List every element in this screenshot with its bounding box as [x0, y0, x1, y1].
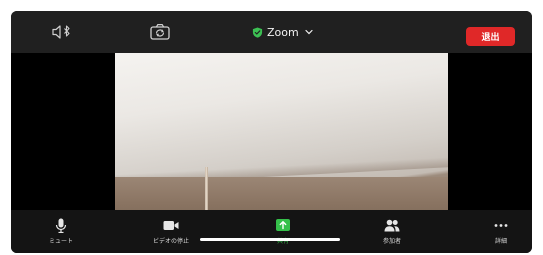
bottom-toolbar: ミュート ビデオの停止 共有 参加者 詳細 [11, 210, 532, 253]
stop-video-button[interactable]: ビデオの停止 [131, 218, 211, 248]
video-camera-icon [163, 221, 179, 230]
more-dots-icon [494, 224, 508, 227]
more-label: 詳細 [494, 238, 507, 245]
participants-button[interactable]: 参加者 [352, 218, 432, 248]
share-arrow-icon [276, 219, 290, 231]
chevron-down-icon [305, 29, 313, 35]
camera-switch-icon[interactable] [150, 23, 170, 41]
speaker-bluetooth-icon[interactable] [51, 24, 73, 40]
home-indicator[interactable] [200, 238, 340, 241]
meeting-title: Zoom [267, 25, 299, 39]
stop-video-label: ビデオの停止 [152, 238, 189, 245]
more-button[interactable]: 詳細 [461, 218, 532, 248]
participants-label: 参加者 [382, 238, 401, 245]
zoom-meeting-window: Zoom 退出 ミュート ビデオの停止 共有 参加者 詳細 [11, 11, 532, 253]
top-bar: Zoom 退出 [11, 11, 532, 53]
shield-check-icon [252, 26, 263, 38]
mute-button[interactable]: ミュート [21, 218, 101, 248]
microphone-icon [55, 218, 67, 233]
participants-icon [384, 219, 400, 232]
leave-button[interactable]: 退出 [466, 27, 515, 46]
share-button[interactable]: 共有 [243, 218, 323, 248]
meeting-title-dropdown[interactable]: Zoom [252, 23, 313, 41]
mute-label: ミュート [48, 238, 73, 245]
camera-video-feed [115, 53, 448, 221]
